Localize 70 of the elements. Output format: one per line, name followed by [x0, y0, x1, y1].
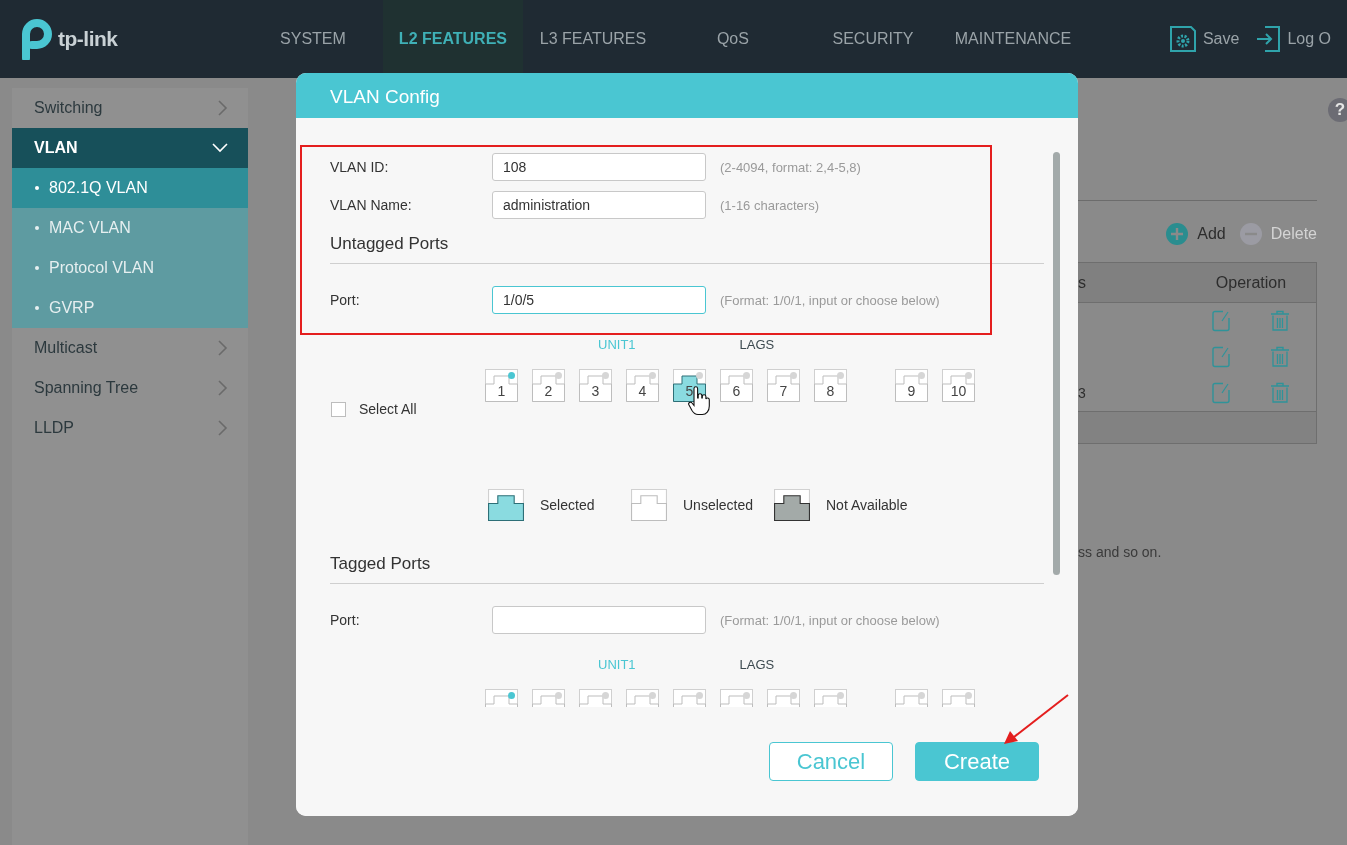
field-hint: (Format: 1/0/1, input or choose below): [720, 612, 940, 628]
logout-icon[interactable]: [1255, 25, 1282, 53]
bullet-icon: [35, 266, 39, 270]
chevron-right-icon: [218, 100, 228, 116]
select-all-checkbox[interactable]: Select All: [331, 401, 417, 417]
port-button[interactable]: 8: [814, 369, 847, 402]
unit-tab[interactable]: LAGS: [739, 654, 775, 676]
edit-icon[interactable]: [1212, 310, 1230, 332]
chevron-right-icon: [218, 420, 228, 436]
port-button[interactable]: 1: [485, 369, 518, 402]
bullet-icon: [35, 226, 39, 230]
legend-label: Not Available: [826, 497, 908, 513]
field-hint: (1-16 characters): [720, 197, 819, 213]
edit-icon[interactable]: [1212, 382, 1230, 404]
port-button[interactable]: 4: [626, 369, 659, 402]
field-label: VLAN Name:: [330, 197, 413, 213]
column-header: Operation: [1214, 273, 1288, 292]
help-icon[interactable]: ?: [1328, 98, 1347, 122]
input-field[interactable]: 108: [492, 153, 706, 181]
trash-icon[interactable]: [1270, 310, 1290, 332]
annotation-arrow: [1004, 694, 1069, 744]
field-hint: (2-4094, format: 2,4-5,8): [720, 159, 861, 175]
action-link[interactable]: Log O: [1287, 30, 1331, 48]
section-heading: Untagged Ports: [330, 234, 1044, 264]
chevron-right-icon: [218, 380, 228, 396]
field-label: VLAN ID:: [330, 159, 390, 175]
action-link[interactable]: Save: [1202, 30, 1240, 48]
unavailable-port-icon: [774, 489, 810, 521]
chevron-right-icon: [218, 340, 228, 356]
port-button[interactable]: 7: [767, 369, 800, 402]
trash-icon[interactable]: [1270, 382, 1290, 404]
field-label: Port:: [330, 292, 361, 308]
sidebar-item[interactable]: Multicast: [12, 328, 248, 368]
port-button[interactable]: 2: [532, 369, 565, 402]
unselected-port-icon: [631, 489, 667, 521]
selected-port-icon: [488, 489, 524, 521]
scrollbar-thumb[interactable]: [1053, 152, 1060, 575]
column-header: s: [1078, 273, 1087, 292]
save-icon[interactable]: [1168, 25, 1197, 53]
unit-tab[interactable]: LAGS: [739, 334, 775, 356]
hand-cursor-icon: [688, 386, 710, 416]
dialog-title: VLAN Config: [296, 73, 1078, 118]
input-field[interactable]: [492, 606, 706, 634]
edit-icon[interactable]: [1212, 346, 1230, 368]
sidebar-item[interactable]: LLDP: [12, 408, 248, 448]
bullet-icon: [35, 306, 39, 310]
sidebar-subitem[interactable]: 802.1Q VLAN: [12, 168, 248, 208]
port-button[interactable]: 10: [942, 369, 975, 402]
input-field[interactable]: 1/0/5: [492, 286, 706, 314]
sidebar-item[interactable]: Switching: [12, 88, 248, 128]
add-button[interactable]: Add: [1166, 223, 1226, 245]
port-button[interactable]: 6: [720, 369, 753, 402]
table-cell: 3: [1078, 385, 1086, 401]
legend-label: Unselected: [683, 497, 754, 513]
remove-icon: [1239, 223, 1262, 245]
port-button[interactable]: 9: [895, 369, 928, 402]
add-icon: [1166, 223, 1189, 245]
section-heading: Tagged Ports: [330, 554, 1044, 584]
note-text: ss and so on.: [1078, 544, 1163, 560]
legend-label: Selected: [540, 497, 595, 513]
bullet-icon: [35, 186, 39, 190]
sidebar-item[interactable]: VLAN: [12, 128, 248, 168]
field-label: Port:: [330, 612, 361, 628]
trash-icon[interactable]: [1270, 346, 1290, 368]
chevron-down-icon: [212, 143, 228, 153]
input-field[interactable]: administration: [492, 191, 706, 219]
sidebar-item[interactable]: Spanning Tree: [12, 368, 248, 408]
logo-text: tp-link: [58, 27, 118, 51]
field-hint: (Format: 1/0/1, input or choose below): [720, 292, 940, 308]
port-button[interactable]: 3: [579, 369, 612, 402]
